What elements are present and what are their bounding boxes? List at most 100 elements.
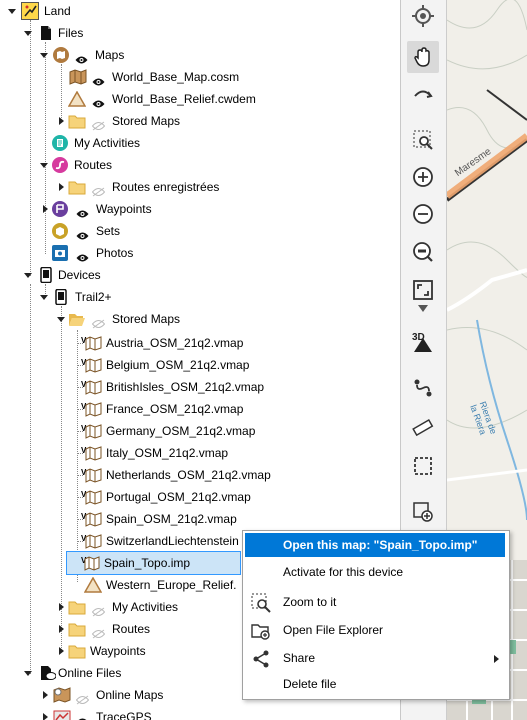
tree-label: Photos	[96, 246, 134, 260]
eye-hidden-icon[interactable]	[91, 182, 106, 197]
expand-arrow[interactable]	[41, 205, 50, 214]
expand-arrow[interactable]	[57, 647, 66, 656]
eye-hidden-icon[interactable]	[75, 690, 90, 705]
tree-item-world-base-map[interactable]: World_Base_Map.cosm	[0, 66, 400, 88]
menu-item-zoom-to-it[interactable]: Zoom to it	[245, 590, 505, 614]
eye-icon[interactable]	[75, 50, 88, 64]
select-area-button[interactable]	[407, 450, 439, 482]
expand-arrow[interactable]	[57, 603, 66, 612]
maps-category-icon	[53, 47, 69, 63]
eye-icon[interactable]	[76, 226, 89, 240]
tree-label: Italy_OSM_21q2.vmap	[106, 446, 229, 460]
tree-item-files[interactable]: Files	[0, 22, 400, 44]
vmap-file-icon: V	[81, 335, 102, 351]
menu-item-delete-file[interactable]: Delete file	[245, 672, 505, 696]
tree-label: Devices	[58, 268, 101, 282]
route-tool-button[interactable]	[407, 372, 439, 404]
eye-hidden-icon[interactable]	[91, 624, 106, 639]
eye-icon[interactable]	[92, 94, 105, 108]
tree-item-waypoints[interactable]: Waypoints	[0, 198, 400, 220]
eye-hidden-icon[interactable]	[91, 314, 106, 329]
relief-icon	[67, 90, 87, 107]
eye-hidden-icon[interactable]	[91, 602, 106, 617]
rotate-icon	[414, 90, 433, 98]
tree-item-stored-maps[interactable]: Stored Maps	[0, 110, 400, 132]
vmap-file-icon: V	[81, 357, 102, 373]
tree-item-routes[interactable]: Routes	[0, 154, 400, 176]
tree-item-world-base-relief[interactable]: World_Base_Relief.cwdem	[0, 88, 400, 110]
tree-item-tracegps[interactable]: TraceGPS	[0, 706, 400, 720]
tree-item-vmap[interactable]: V Portugal_OSM_21q2.vmap	[0, 486, 400, 508]
collapse-arrow[interactable]	[57, 315, 66, 324]
tree-item-vmap[interactable]: V Austria_OSM_21q2.vmap	[0, 332, 400, 354]
tree-item-trail2[interactable]: Trail2+	[0, 286, 400, 308]
tree-label: Land	[44, 4, 71, 18]
zoom-out-icon	[413, 204, 433, 224]
tree-item-vmap[interactable]: V Italy_OSM_21q2.vmap	[0, 442, 400, 464]
expand-arrow[interactable]	[41, 713, 50, 720]
tree-label: BritishIsles_OSM_21q2.vmap	[106, 380, 265, 394]
3d-view-button[interactable]: 3D	[407, 326, 439, 358]
tree-item-vmap[interactable]: V Spain_OSM_21q2.vmap	[0, 508, 400, 530]
tree-item-vmap[interactable]: V Netherlands_OSM_21q2.vmap	[0, 464, 400, 486]
collapse-arrow[interactable]	[24, 271, 33, 280]
tree-item-sets[interactable]: Sets	[0, 220, 400, 242]
zoom-100-button[interactable]	[407, 236, 439, 268]
tree-label: SwitzerlandLiechtenstein	[106, 534, 239, 548]
tree-item-vmap[interactable]: V BritishIsles_OSM_21q2.vmap	[0, 376, 400, 398]
map-file-icon	[69, 69, 87, 85]
eye-icon[interactable]	[76, 204, 89, 218]
tree-item-my-activities[interactable]: My Activities	[0, 132, 400, 154]
eye-hidden-icon[interactable]	[91, 116, 106, 131]
submenu-arrow-icon	[494, 655, 499, 663]
collapse-arrow[interactable]	[24, 669, 33, 678]
menu-item-open-file-explorer[interactable]: Open File Explorer	[245, 618, 505, 642]
tree-label: Spain_OSM_21q2.vmap	[106, 512, 237, 526]
pan-tool-button[interactable]	[407, 41, 439, 73]
expand-arrow[interactable]	[41, 691, 50, 700]
tree-item-devices[interactable]: Devices	[0, 264, 400, 286]
sets-icon	[52, 223, 68, 239]
tree-label: Routes	[74, 158, 113, 172]
tree-label: World_Base_Relief.cwdem	[112, 92, 256, 106]
expand-arrow[interactable]	[57, 117, 66, 126]
tree-item-land[interactable]: Land	[0, 0, 400, 22]
tree-label: Western_Europe_Relief.	[106, 578, 237, 592]
tree-item-spain-topo[interactable]: V Spain_Topo.imp	[66, 551, 241, 575]
collapse-arrow[interactable]	[8, 7, 17, 16]
toolbar-more-button[interactable]	[407, 302, 439, 316]
tree-item-device-stored-maps[interactable]: Stored Maps	[0, 308, 400, 330]
tree-item-vmap[interactable]: V Belgium_OSM_21q2.vmap	[0, 354, 400, 376]
collapse-arrow[interactable]	[24, 29, 33, 38]
add-map-button[interactable]	[407, 496, 439, 528]
waypoints-icon	[52, 201, 68, 217]
measure-button[interactable]	[407, 412, 439, 444]
rotate-button[interactable]	[407, 78, 439, 110]
tree-item-photos[interactable]: Photos	[0, 242, 400, 264]
zoom-in-button[interactable]	[407, 161, 439, 193]
menu-item-activate[interactable]: Activate for this device	[245, 560, 505, 584]
menu-item-share[interactable]: Share	[245, 646, 505, 670]
tree-item-vmap[interactable]: V France_OSM_21q2.vmap	[0, 398, 400, 420]
tree-item-routes-enregistrees[interactable]: Routes enregistrées	[0, 176, 400, 198]
zoom-to-area-button[interactable]	[407, 124, 439, 156]
folder-icon	[68, 179, 86, 195]
tree-item-vmap[interactable]: V Germany_OSM_21q2.vmap	[0, 420, 400, 442]
eye-icon[interactable]	[92, 72, 105, 86]
collapse-arrow[interactable]	[40, 161, 49, 170]
menu-label: Delete file	[283, 677, 337, 691]
menu-item-open-map[interactable]: Open this map: "Spain_Topo.imp"	[245, 533, 505, 557]
expand-arrow[interactable]	[57, 625, 66, 634]
expand-arrow[interactable]	[57, 183, 66, 192]
folder-open-icon	[68, 311, 85, 327]
zoom-out-button[interactable]	[407, 198, 439, 230]
collapse-arrow[interactable]	[40, 51, 49, 60]
gps-locate-button[interactable]	[407, 0, 439, 32]
eye-icon[interactable]	[76, 248, 89, 262]
tree-item-maps[interactable]: Maps	[0, 44, 400, 66]
collapse-arrow[interactable]	[40, 293, 49, 302]
menu-label: Open File Explorer	[283, 623, 384, 637]
expand-icon	[413, 280, 433, 300]
eye-icon[interactable]	[76, 712, 89, 720]
selection-icon	[414, 457, 432, 475]
